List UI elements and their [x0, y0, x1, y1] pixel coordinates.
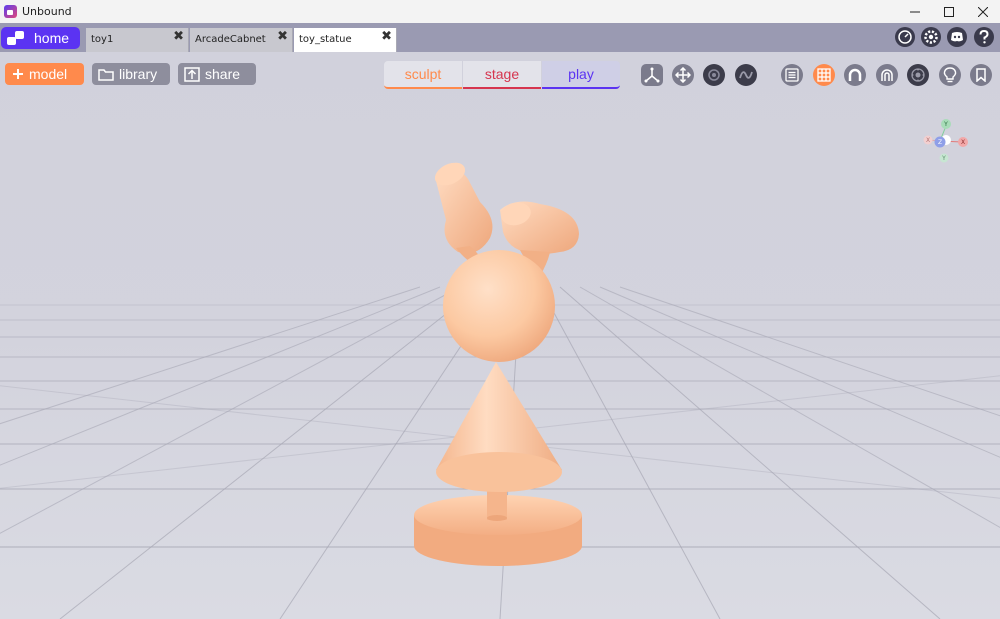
speedometer-icon: [898, 30, 912, 44]
gizmo-z-label: Z: [938, 139, 942, 146]
transform-axis-button[interactable]: [641, 64, 663, 86]
gear-icon: [924, 30, 938, 44]
library-label: library: [119, 66, 158, 82]
orientation-gizmo[interactable]: Y X X Y Z: [923, 119, 969, 163]
gizmo-neg-x-label: X: [926, 137, 930, 144]
tab-arcadecabnet[interactable]: ArcadeCabnet ✖: [190, 28, 293, 52]
bookmark-icon: [976, 68, 986, 82]
discord-button[interactable]: [947, 27, 967, 47]
magnet-icon: [848, 68, 862, 81]
app-logo-icon: [4, 5, 17, 18]
lightbulb-icon: [943, 67, 957, 83]
gizmo-x-label: X: [961, 139, 965, 146]
minimize-icon: [910, 11, 920, 12]
library-button[interactable]: library: [92, 63, 170, 85]
mode-tab-stage[interactable]: stage: [463, 61, 541, 89]
magnet-outline-icon: [881, 69, 893, 81]
settings-button[interactable]: [921, 27, 941, 47]
minimize-button[interactable]: [898, 0, 932, 23]
performance-button[interactable]: [895, 27, 915, 47]
camera-lens-icon: [911, 68, 925, 82]
bookmark-button[interactable]: [970, 64, 992, 86]
share-button[interactable]: share: [178, 63, 256, 85]
share-upload-icon: [184, 66, 200, 82]
add-model-button[interactable]: model: [5, 63, 84, 85]
scene-canvas[interactable]: Y X X Y Z: [0, 52, 1000, 619]
snap-button[interactable]: [844, 64, 866, 86]
tab-close-icon[interactable]: ✖: [173, 29, 184, 44]
help-button[interactable]: [974, 27, 994, 47]
tab-label: toy_statue: [299, 34, 352, 45]
tab-toy1[interactable]: toy1 ✖: [86, 28, 189, 52]
list-icon: [785, 68, 799, 82]
tab-strip: home toy1 ✖ ArcadeCabnet ✖ toy_statue ✖: [0, 23, 1000, 52]
sphere-head: [443, 250, 555, 362]
move-button[interactable]: [672, 64, 694, 86]
move-icon: [675, 67, 691, 83]
close-icon: [978, 6, 988, 17]
window-title: Unbound: [22, 5, 72, 18]
outliner-button[interactable]: [781, 64, 803, 86]
axis-transform-icon: [644, 67, 660, 83]
deform-button[interactable]: [735, 64, 757, 86]
tab-label: ArcadeCabnet: [195, 34, 266, 45]
lighting-button[interactable]: [939, 64, 961, 86]
window-controls: [898, 0, 1000, 23]
discord-icon: [951, 32, 963, 42]
window-title-bar: Unbound: [0, 0, 1000, 23]
eye-icon: [708, 69, 720, 81]
gizmo-neg-y-label: Y: [941, 155, 946, 162]
sine-wave-icon: [739, 71, 753, 79]
gizmo-y-label: Y: [943, 121, 948, 128]
help-icon: [979, 30, 989, 44]
toy-statue-model[interactable]: [414, 158, 582, 566]
home-button[interactable]: home: [1, 27, 80, 49]
close-window-button[interactable]: [966, 0, 1000, 23]
tab-label: toy1: [91, 34, 114, 45]
grid-icon: [817, 68, 831, 82]
home-label: home: [34, 30, 70, 46]
home-logo-icon: [7, 31, 24, 45]
maximize-icon: [944, 6, 954, 17]
mode-tab-play[interactable]: play: [542, 61, 620, 89]
camera-button[interactable]: [907, 64, 929, 86]
snap-surface-button[interactable]: [876, 64, 898, 86]
tab-close-icon[interactable]: ✖: [277, 29, 288, 44]
maximize-button[interactable]: [932, 0, 966, 23]
3d-viewport[interactable]: Y X X Y Z: [0, 52, 1000, 619]
tab-close-icon[interactable]: ✖: [381, 29, 392, 44]
visibility-button[interactable]: [703, 64, 725, 86]
add-model-label: model: [29, 66, 68, 82]
tab-toy-statue[interactable]: toy_statue ✖: [294, 28, 397, 52]
plus-icon: [13, 69, 23, 79]
mode-tab-sculpt[interactable]: sculpt: [384, 61, 462, 89]
folder-icon: [98, 68, 114, 81]
grid-toggle-button[interactable]: [813, 64, 835, 86]
share-label: share: [205, 66, 241, 82]
